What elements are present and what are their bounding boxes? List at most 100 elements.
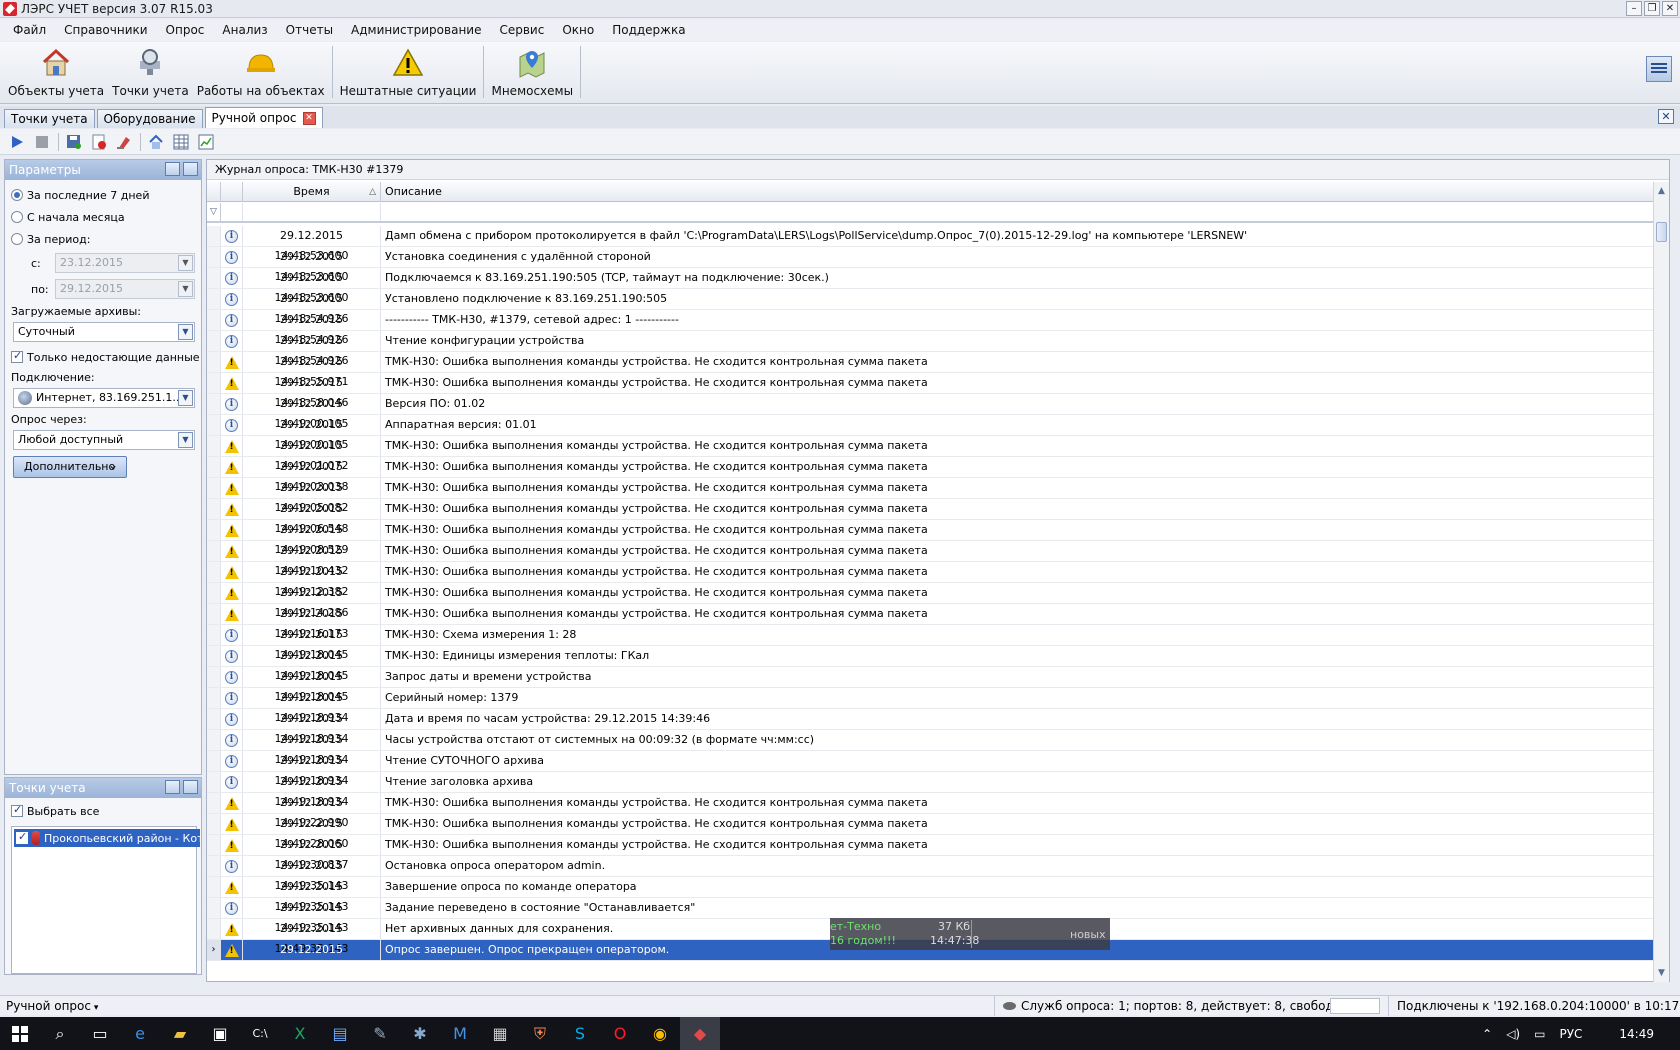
table-row[interactable]: i 29.12.2015 14:48:54.926 ----------- ТМК-… <box>207 310 1655 346</box>
menu-admin[interactable]: Администрирование <box>342 23 490 37</box>
close-tab-icon[interactable]: ✕ <box>302 111 316 125</box>
stop-icon[interactable] <box>33 133 51 151</box>
row-indicator[interactable] <box>207 226 221 246</box>
maximize-button[interactable]: ❐ <box>1644 1 1660 16</box>
app-icon-calc[interactable]: ▦ <box>480 1017 520 1050</box>
notification-popup[interactable]: ет-Техно 16 годом!!! 37 Кб 14:47:38 новы… <box>830 918 1110 950</box>
row-indicator[interactable] <box>207 562 221 582</box>
table-row[interactable]: 29.12.2015 14:49:12.382 ТМК-Н30: Ошибка в… <box>207 562 1655 598</box>
row-indicator[interactable] <box>207 835 221 855</box>
row-indicator[interactable] <box>207 373 221 393</box>
row-indicator[interactable] <box>207 415 221 435</box>
save-data-icon[interactable] <box>65 133 83 151</box>
store-icon[interactable]: ▣ <box>200 1017 240 1050</box>
date-to-field[interactable]: 29.12.2015 ▼ <box>55 279 195 299</box>
row-indicator[interactable] <box>207 730 221 750</box>
table-row[interactable]: i 29.12.2015 14:49:35.143 Задание переведе… <box>207 898 1655 934</box>
app-icon-shield[interactable]: ⛨ <box>520 1017 560 1050</box>
row-indicator[interactable] <box>207 247 221 267</box>
menu-analysis[interactable]: Анализ <box>213 23 276 37</box>
table-row[interactable]: 29.12.2015 14:49:10.432 ТМК-Н30: Ошибка в… <box>207 541 1655 577</box>
app-icon-blue[interactable]: ▤ <box>320 1017 360 1050</box>
menu-service[interactable]: Сервис <box>490 23 553 37</box>
row-indicator[interactable] <box>207 646 221 666</box>
table-row[interactable]: 29.12.2015 14:48:58.046 ТМК-Н30: Ошибка в… <box>207 373 1655 409</box>
collapse-panel-button[interactable] <box>165 780 180 794</box>
row-indicator[interactable] <box>207 394 221 414</box>
row-indicator[interactable] <box>207 919 221 939</box>
task-view-icon[interactable]: ▭ <box>80 1017 120 1050</box>
row-indicator[interactable] <box>207 877 221 897</box>
filter-icon-cell[interactable] <box>221 203 243 221</box>
tree-item-point[interactable]: Прокопьевский район - Котел <box>14 829 200 847</box>
play-icon[interactable] <box>8 133 26 151</box>
row-indicator[interactable] <box>207 352 221 372</box>
table-row[interactable]: 29.12.2015 14:49:35.143 Завершение опроса… <box>207 877 1655 913</box>
poll-via-select[interactable]: Любой доступный ▼ <box>13 430 195 450</box>
row-indicator[interactable] <box>207 478 221 498</box>
table-row[interactable]: i 29.12.2015 14:48:53.600 Подключаемся к 8… <box>207 268 1655 304</box>
lers-taskbar-icon[interactable]: ◆ <box>680 1017 720 1050</box>
archives-select[interactable]: Суточный ▼ <box>13 322 195 342</box>
row-indicator[interactable] <box>207 499 221 519</box>
row-indicator[interactable] <box>207 856 221 876</box>
table-row[interactable]: i 29.12.2015 14:48:53.600 Дамп обмена с пр… <box>207 226 1655 262</box>
chart-icon[interactable] <box>197 133 215 151</box>
row-indicator[interactable] <box>207 436 221 456</box>
filter-time-cell[interactable] <box>243 203 381 221</box>
start-icon[interactable] <box>0 1017 40 1050</box>
row-indicator[interactable] <box>207 772 221 792</box>
row-indicator[interactable] <box>207 541 221 561</box>
table-row[interactable]: i 29.12.2015 14:49:18.934 Дата и время по … <box>207 709 1655 745</box>
keyboard-language[interactable]: РУС <box>1559 1027 1582 1041</box>
minimize-button[interactable]: – <box>1626 1 1642 16</box>
schemes-button[interactable]: Мнемосхемы <box>487 42 577 102</box>
filter-description-cell[interactable] <box>381 203 1655 221</box>
clock[interactable]: 14:49 <box>1619 1027 1654 1041</box>
app-icon-m[interactable]: M <box>440 1017 480 1050</box>
vertical-scrollbar[interactable]: ▲ ▼ <box>1653 182 1669 982</box>
close-window-button[interactable]: ✕ <box>1662 1 1678 16</box>
volume-icon[interactable]: ◁) <box>1506 1027 1520 1041</box>
table-row[interactable]: 29.12.2015 14:49:06.548 ТМК-Н30: Ошибка в… <box>207 499 1655 535</box>
table-row[interactable]: i 29.12.2015 14:49:18.045 Запрос даты и вр… <box>207 667 1655 703</box>
column-description-header[interactable]: Описание <box>381 182 1655 202</box>
terminal-icon[interactable]: C:\ <box>240 1017 280 1050</box>
points-button[interactable]: Точки учета <box>108 42 193 102</box>
row-indicator[interactable] <box>207 604 221 624</box>
search-icon[interactable]: ⌕ <box>40 1017 80 1050</box>
table-row[interactable]: i 29.12.2015 14:49:18.934 Серийный номер: … <box>207 688 1655 724</box>
object-card-icon[interactable] <box>147 133 165 151</box>
table-row[interactable]: i 29.12.2015 14:49:18.934 Часы устройства … <box>207 730 1655 766</box>
delete-data-icon[interactable] <box>90 133 108 151</box>
row-indicator[interactable] <box>207 709 221 729</box>
table-row[interactable]: 29.12.2015 14:49:28.060 ТМК-Н30: Ошибка в… <box>207 814 1655 850</box>
clear-icon[interactable] <box>115 133 133 151</box>
row-indicator[interactable] <box>207 268 221 288</box>
folder-icon[interactable]: ▰ <box>160 1017 200 1050</box>
date-from-field[interactable]: 23.12.2015 ▼ <box>55 253 195 273</box>
works-button[interactable]: Работы на объектах <box>193 42 329 102</box>
notification-icon[interactable]: ▭ <box>1534 1027 1545 1041</box>
row-indicator[interactable] <box>207 583 221 603</box>
row-indicator[interactable] <box>207 520 221 540</box>
row-indicator[interactable]: › <box>207 940 221 960</box>
table-row[interactable]: i 29.12.2015 14:48:54.926 Установлено подк… <box>207 289 1655 325</box>
chevron-up-icon[interactable]: ⌃ <box>1482 1027 1492 1041</box>
row-indicator[interactable] <box>207 793 221 813</box>
filter-icon[interactable]: ▽ <box>207 203 221 221</box>
table-row[interactable]: i 29.12.2015 14:49:35.143 Остановка опроса… <box>207 856 1655 892</box>
menu-window[interactable]: Окно <box>553 23 603 37</box>
period-month-radio[interactable]: С начала месяца <box>5 206 201 228</box>
table-row[interactable]: i 29.12.2015 14:49:18.045 ТМК-Н30: Единицы… <box>207 646 1655 682</box>
row-indicator[interactable] <box>207 814 221 834</box>
table-row[interactable]: i 29.12.2015 14:49:18.934 Чтение СУТОЧНОГО… <box>207 751 1655 787</box>
more-options-button[interactable]: Дополнительно <box>13 455 127 478</box>
table-row[interactable]: i 29.12.2015 14:49:18.045 ТМК-Н30: Схема и… <box>207 625 1655 661</box>
row-indicator[interactable] <box>207 625 221 645</box>
row-indicator[interactable] <box>207 310 221 330</box>
scroll-thumb[interactable] <box>1656 222 1667 242</box>
status-mode-dropdown[interactable]: Ручной опрос <box>0 999 98 1013</box>
tab-equipment[interactable]: Оборудование <box>96 109 203 128</box>
period-7days-radio[interactable]: За последние 7 дней <box>5 184 201 206</box>
